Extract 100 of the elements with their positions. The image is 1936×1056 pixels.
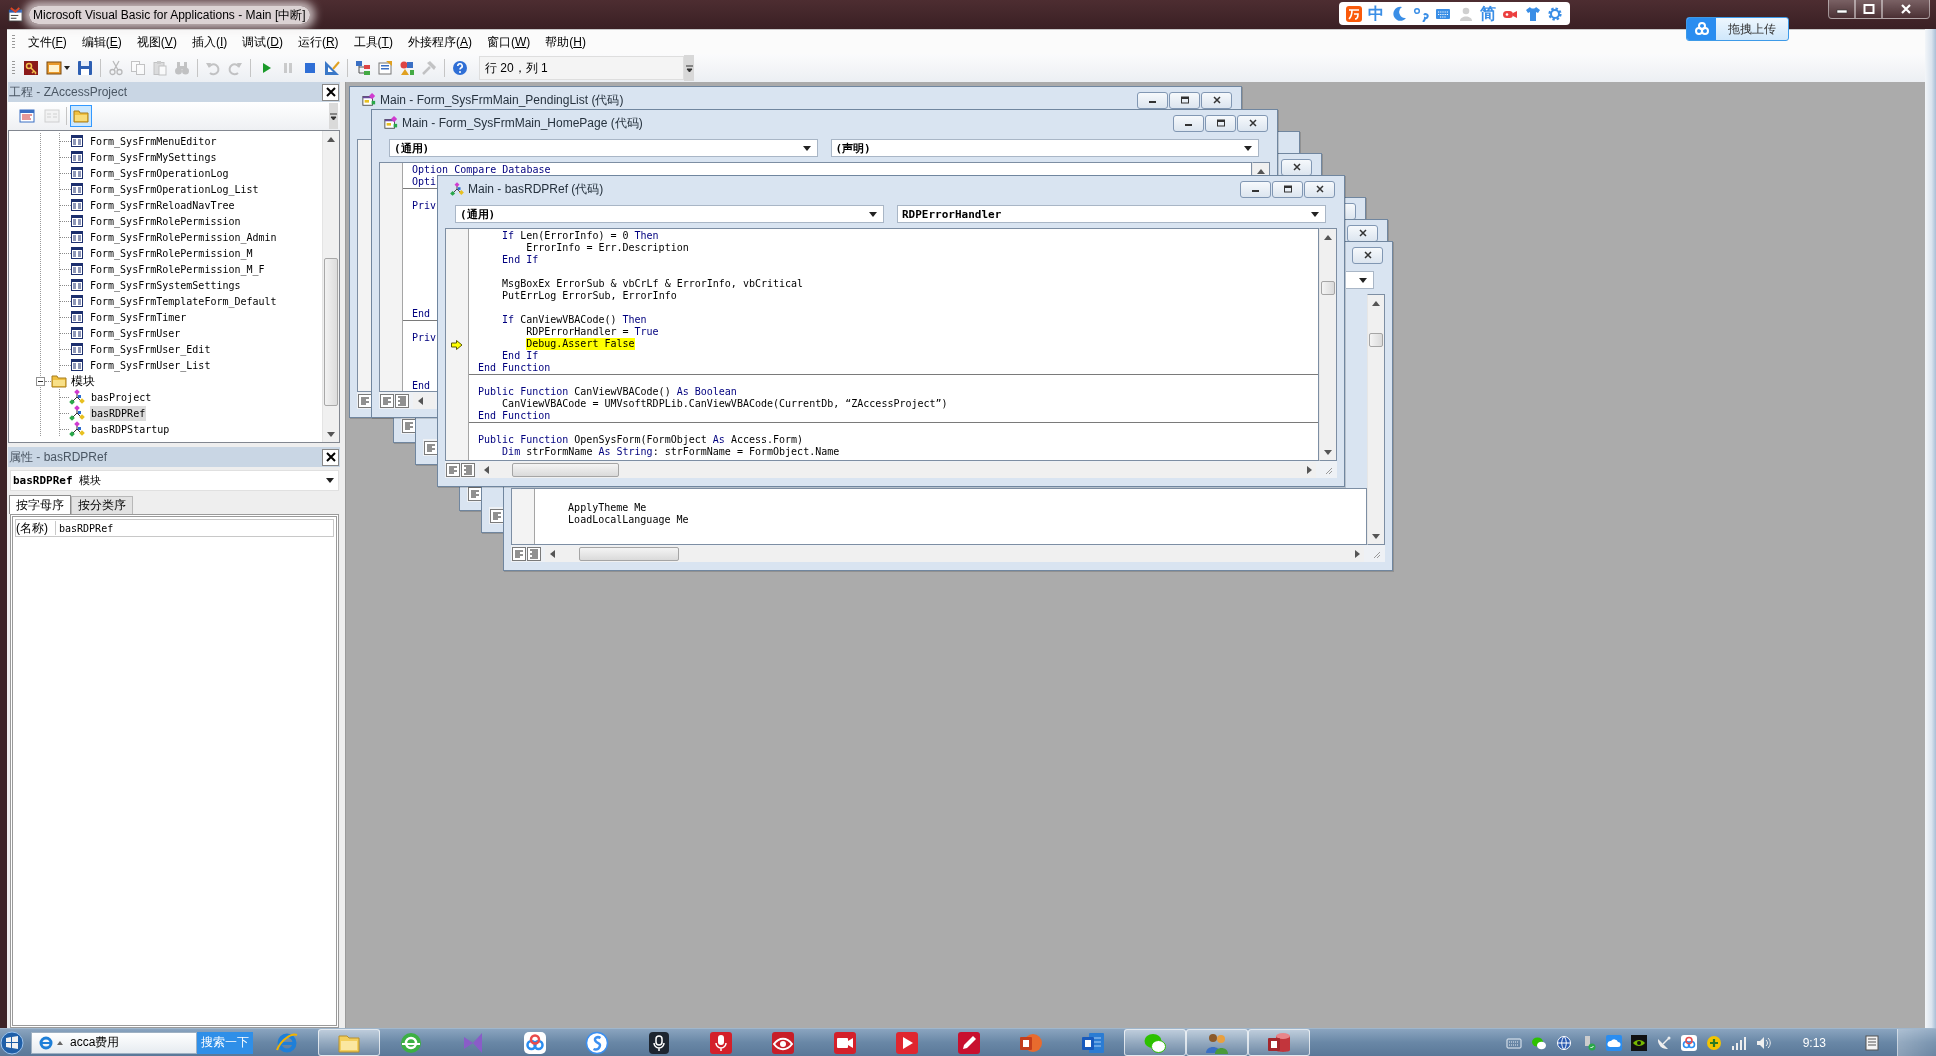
menu-item[interactable]: 外接程序(A) — [400, 33, 480, 51]
tree-item[interactable]: Form_SysFrmTimer — [89, 309, 188, 325]
tree-item[interactable]: Form_SysFrmRolePermission_M — [89, 245, 254, 261]
menu-item[interactable]: 编辑(E) — [74, 33, 130, 51]
object-dropdown[interactable]: (通用) — [389, 139, 818, 157]
menu-item[interactable]: 调试(D) — [234, 33, 291, 51]
vertical-scrollbar[interactable] — [1367, 294, 1385, 545]
procedure-view-button[interactable] — [380, 393, 394, 408]
procedure-view-button[interactable] — [490, 508, 504, 523]
horizontal-scrollbar[interactable] — [545, 545, 1364, 562]
tree-item[interactable]: Form_SysFrmOperationLog_List — [89, 181, 260, 197]
menu-item[interactable]: 帮助(H) — [537, 33, 594, 51]
tree-item[interactable]: Form_SysFrmUser_List — [89, 357, 212, 373]
procedure-view-button[interactable] — [358, 393, 372, 408]
menu-item[interactable]: 窗口(W) — [479, 33, 538, 51]
tab[interactable]: 按字母序 — [9, 495, 71, 514]
satellite-dish-icon[interactable] — [1655, 1034, 1672, 1051]
moon-icon[interactable] — [1390, 5, 1407, 22]
scroll-thumb[interactable] — [1369, 333, 1383, 347]
plus-icon[interactable] — [1705, 1034, 1722, 1051]
code-editor[interactable]: ApplyTheme Me LoadLocalLanguage Me — [511, 488, 1367, 545]
procedure-view-button[interactable] — [512, 546, 526, 561]
tree-item[interactable]: basRDPRef — [90, 405, 147, 421]
horizontal-scrollbar[interactable] — [413, 392, 435, 409]
close-button[interactable] — [1347, 224, 1378, 242]
module-view-button[interactable] — [527, 546, 541, 561]
vertical-scrollbar[interactable] — [1319, 228, 1337, 461]
tree-item[interactable]: Form_SysFrmSystemSettings — [89, 277, 242, 293]
close-button[interactable] — [1304, 180, 1335, 198]
close-button[interactable] — [1281, 158, 1312, 176]
maximize-button[interactable] — [1272, 180, 1303, 198]
taskbar-button[interactable] — [1186, 1029, 1248, 1056]
object-dropdown[interactable]: basRDPRef 模块 — [10, 470, 339, 491]
clock[interactable]: 9:13 — [1802, 1035, 1826, 1050]
tree-item[interactable]: Form_SysFrmReloadNavTree — [89, 197, 236, 213]
settings-icon[interactable] — [1546, 5, 1563, 22]
procedure-view-button[interactable] — [402, 418, 416, 433]
maximize-button[interactable] — [1205, 114, 1236, 132]
property-value-field[interactable]: basRDPRef — [56, 522, 114, 534]
taskbar-button[interactable] — [1248, 1029, 1310, 1056]
tree-item[interactable]: Form_SysFrmUser_Edit — [89, 341, 212, 357]
horizontal-scrollbar[interactable] — [479, 461, 1316, 478]
scroll-thumb[interactable] — [512, 462, 619, 477]
module-view-button[interactable] — [461, 462, 475, 477]
tree-item[interactable]: basProject — [90, 389, 153, 405]
minimize-button[interactable] — [1173, 114, 1204, 132]
globe-icon[interactable] — [1555, 1034, 1572, 1051]
menu-item[interactable]: 插入(I) — [184, 33, 235, 51]
menu-item[interactable]: 工具(T) — [346, 33, 401, 51]
collapse-icon[interactable] — [36, 376, 45, 386]
search-field[interactable]: acca费用 — [66, 1033, 196, 1052]
cloud-icon[interactable] — [1605, 1034, 1622, 1051]
upload-button[interactable]: 拖拽上传 — [1686, 17, 1789, 41]
toolbar-options-button[interactable] — [329, 103, 338, 129]
procedure-dropdown[interactable]: RDPErrorHandler — [897, 205, 1326, 223]
cloud-icon[interactable] — [1680, 1034, 1697, 1051]
close-button[interactable] — [322, 448, 339, 466]
punctuation-icon[interactable] — [1413, 5, 1430, 22]
tree-item[interactable]: basRDPStartup — [90, 421, 171, 437]
tree-item[interactable]: Form_SysFrmRolePermission — [89, 213, 242, 229]
object-dropdown[interactable]: (通用) — [455, 205, 884, 223]
tree-item[interactable]: Form_SysFrmRolePermission_M_F — [89, 261, 266, 277]
module-view-button[interactable] — [395, 393, 409, 408]
search-box[interactable]: acca费用 — [31, 1031, 197, 1054]
signal-icon[interactable] — [1730, 1034, 1747, 1051]
close-button[interactable] — [1352, 246, 1383, 264]
procedure-view-button[interactable] — [424, 440, 438, 455]
tree-item[interactable]: Form_SysFrmMenuEditor — [89, 133, 218, 149]
tree-item[interactable]: Form_SysFrmTemplateForm_Default — [89, 293, 278, 309]
shirt-icon[interactable] — [1524, 5, 1541, 22]
tree-item[interactable]: Form_SysFrmOperationLog — [89, 165, 230, 181]
procedure-dropdown[interactable]: (声明) — [830, 139, 1259, 157]
code-editor[interactable] — [445, 228, 1319, 461]
menu-item[interactable]: 运行(R) — [290, 33, 347, 51]
toggle-folders-button[interactable] — [70, 105, 92, 127]
close-button[interactable] — [322, 83, 339, 101]
minimize-button[interactable] — [1137, 91, 1168, 109]
close-button[interactable] — [1201, 91, 1232, 109]
menu-item[interactable]: 文件(F) — [20, 33, 75, 51]
maximize-button[interactable] — [1169, 91, 1200, 109]
procedure-dropdown[interactable] — [1346, 271, 1374, 289]
menu-item[interactable]: 视图(V) — [129, 33, 185, 51]
scroll-thumb[interactable] — [579, 546, 679, 561]
tree-item[interactable]: 模块 — [70, 373, 96, 389]
notes-icon[interactable] — [1864, 1034, 1880, 1051]
app-logo-icon[interactable] — [1346, 5, 1363, 22]
close-button[interactable] — [1237, 114, 1268, 132]
tab[interactable]: 按分类序 — [71, 496, 133, 514]
tree-item[interactable]: Form_SysFrmMySettings — [89, 149, 218, 165]
lines-icon — [492, 510, 502, 521]
start-button[interactable] — [0, 1030, 24, 1055]
tree-item[interactable]: Form_SysFrmUser — [89, 325, 182, 341]
eye-icon[interactable] — [1630, 1034, 1647, 1051]
left-arrow-icon — [549, 549, 555, 558]
scroll-thumb[interactable] — [1321, 281, 1335, 295]
minimize-button[interactable] — [1240, 180, 1271, 198]
procedure-view-button[interactable] — [446, 462, 460, 477]
scroll-thumb[interactable] — [324, 258, 338, 406]
toolbar-options-button[interactable] — [684, 55, 694, 81]
tree-item[interactable]: Form_SysFrmRolePermission_Admin — [89, 229, 278, 245]
